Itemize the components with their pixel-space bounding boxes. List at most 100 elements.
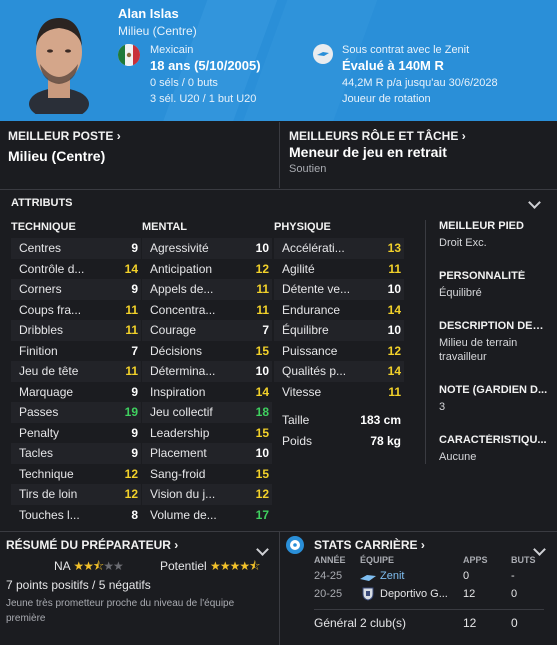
attribute-row[interactable]: Volume de... 17 [142,505,272,526]
attribute-label: Détermina... [150,364,216,379]
weight-value: 78 kg [370,433,401,448]
chevron-down-icon[interactable] [533,543,546,556]
attribute-row[interactable]: Accélérati... 13 [274,238,404,259]
attribute-row[interactable]: Détermina... 10 [142,361,272,382]
attribute-row[interactable]: Anticipation 12 [142,259,272,280]
attribute-label: Technique [19,466,74,481]
best-position-panel[interactable]: MEILLEUR POSTE › Milieu (Centre) [0,122,278,188]
chevron-down-icon[interactable] [256,543,269,556]
current-ability-row: NA ★★⯪★★ [54,557,124,578]
best-role-panel[interactable]: MEILLEURS RÔLE ET TÂCHE › Meneur de jeu … [281,122,557,188]
career-total-label: Général [314,616,357,630]
career-total-clubs: 2 club(s) [360,616,407,630]
info-item: NOTE (GARDIEN D... 3 [439,384,557,414]
attribute-row[interactable]: Agressivité 10 [142,238,272,259]
divider [279,122,280,188]
attribute-row[interactable]: Vitesse 11 [274,382,404,403]
career-team-link[interactable]: Deportivo G... [380,588,448,600]
attribute-row[interactable]: Finition 7 [11,341,141,362]
attribute-row[interactable]: Passes 19 [11,402,141,423]
star-icon: ⯪ [92,559,104,573]
attribute-value: 15 [255,466,269,481]
attribute-row[interactable]: Concentra... 11 [142,300,272,321]
height-label: Taille [282,413,310,428]
attribute-value: 12 [124,466,138,481]
attribute-row[interactable]: Détente ve... 10 [274,279,404,300]
attribute-row[interactable]: Leadership 15 [142,423,272,444]
scout-summary-note: Jeune très prometteur proche du niveau d… [6,598,235,624]
zenit-club-icon[interactable] [313,44,333,64]
info-item-title: NOTE (GARDIEN D... [439,384,548,396]
attribute-value: 8 [131,507,138,522]
career-team-link[interactable]: Zenit [380,570,404,582]
chevron-down-icon[interactable] [528,196,541,209]
attribute-row[interactable]: Tacles 9 [11,443,141,464]
attribute-label: Agilité [282,261,315,276]
attribute-value: 7 [131,343,138,358]
player-nationality: Mexicain [150,44,194,56]
attribute-label: Endurance [282,302,341,317]
attribute-label: Courage [150,323,197,338]
attribute-row[interactable]: Contrôle d... 14 [11,259,141,280]
weight-row: Poids 78 kg [274,431,404,452]
scout-summary-panel[interactable]: RÉSUMÉ DU PRÉPARATEUR › NA ★★⯪★★ Potenti… [0,532,278,645]
attribute-row[interactable]: Jeu de tête 11 [11,361,141,382]
potential-ability-label: Potentiel [160,559,207,573]
attribute-row[interactable]: Vision du j... 12 [142,484,272,505]
player-age: 18 ans (5/10/2005) [150,58,261,73]
attribute-row[interactable]: Coups fra... 11 [11,300,141,321]
attribute-row[interactable]: Jeu collectif 18 [142,402,272,423]
attribute-row[interactable]: Touches l... 8 [11,505,141,526]
attribute-label: Inspiration [150,384,206,399]
attribute-value: 12 [124,487,138,502]
divider [314,609,544,610]
attribute-row[interactable]: Technique 12 [11,464,141,485]
attribute-row[interactable]: Décisions 15 [142,341,272,362]
attribute-label: Jeu de tête [19,364,79,379]
attribute-value: 11 [256,282,269,297]
attribute-value: 14 [387,302,401,317]
attribute-row[interactable]: Inspiration 14 [142,382,272,403]
attribute-row[interactable]: Courage 7 [142,320,272,341]
attribute-row[interactable]: Marquage 9 [11,382,141,403]
col-header-apps: APPS [463,555,488,565]
career-total-goals: 0 [511,616,518,630]
attribute-value: 7 [262,323,269,338]
best-role-value: Meneur de jeu en retrait [289,144,447,160]
attribute-row[interactable]: Sang-froid 15 [142,464,272,485]
attribute-row[interactable]: Corners 9 [11,279,141,300]
attribute-row[interactable]: Centres 9 [11,238,141,259]
chevron-right-icon: › [174,538,179,552]
attribute-label: Anticipation [150,261,213,276]
attribute-label: Qualités p... [282,364,347,379]
attribute-value: 9 [131,282,138,297]
best-role-title: MEILLEURS RÔLE ET TÂCHE [289,129,459,143]
attribute-row[interactable]: Appels de... 11 [142,279,272,300]
career-stats-panel[interactable]: STATS CARRIÈRE › ANNÉE ÉQUIPE APPS BUTS … [281,532,557,645]
chevron-right-icon: › [116,129,121,143]
attribute-label: Coups fra... [19,302,82,317]
attribute-row[interactable]: Qualités p... 14 [274,361,404,382]
attribute-row[interactable]: Placement 10 [142,443,272,464]
attribute-row[interactable]: Dribbles 11 [11,320,141,341]
player-portrait [29,18,89,114]
info-item: DESCRIPTION DES... Milieu de terrain trav… [439,320,557,364]
attribute-row[interactable]: Endurance 14 [274,300,404,321]
attribute-row[interactable]: Équilibre 10 [274,320,404,341]
attribute-label: Contrôle d... [19,261,85,276]
attribute-row[interactable]: Puissance 12 [274,341,404,362]
attribute-row[interactable]: Penalty 9 [11,423,141,444]
attribute-row[interactable]: Agilité 11 [274,259,404,280]
attribute-row[interactable]: Tirs de loin 12 [11,484,141,505]
attribute-label: Penalty [19,425,60,440]
attribute-label: Décisions [150,343,203,358]
career-stats-title: STATS CARRIÈRE [314,538,418,552]
attribute-value: 9 [131,241,138,256]
player-header: Alan Islas Milieu (Centre) Mexicain 18 a… [0,0,557,121]
player-wage: 44,2M R p/a jusqu'au 30/6/2028 [342,77,498,89]
player-position: Milieu (Centre) [118,24,197,38]
attribute-label: Détente ve... [282,282,351,297]
attribute-label: Passes [19,405,59,420]
attribute-value: 11 [125,302,138,317]
attribute-label: Volume de... [150,507,217,522]
